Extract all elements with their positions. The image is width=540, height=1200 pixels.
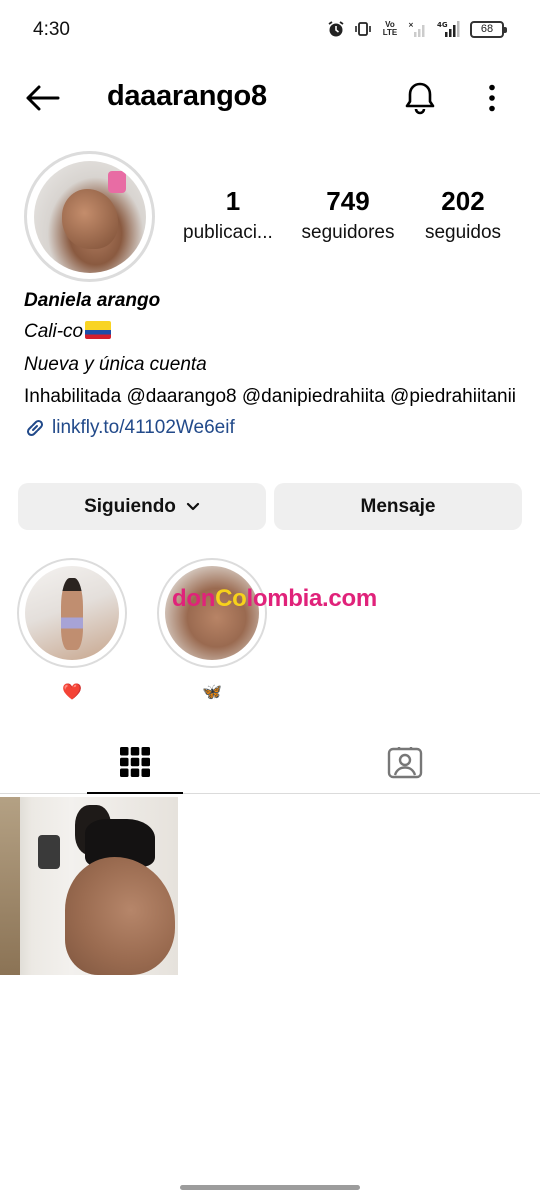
followers-label: seguidores — [301, 222, 395, 243]
stat-posts[interactable]: 1 publicaci... — [178, 186, 288, 244]
watermark-part: don — [172, 585, 216, 612]
volte-icon: Vo LTE — [382, 20, 398, 37]
bio-link[interactable]: linkfly.to/41102We6eif — [24, 412, 524, 443]
bio-location-text: Cali-co — [24, 321, 84, 342]
network-type-label: 4G — [437, 21, 448, 29]
back-arrow-icon[interactable] — [22, 80, 62, 116]
tab-tagged[interactable] — [270, 730, 540, 794]
watermark: donColombia.com — [172, 585, 377, 613]
bell-icon[interactable] — [398, 76, 442, 120]
profile-stats: 1 publicaci... 749 seguidores 202 seguid… — [178, 186, 518, 244]
profile-username: daaarango8 — [107, 80, 267, 112]
status-icons: Vo LTE × 4G 68 — [327, 20, 507, 38]
profile-header: daaarango8 — [0, 70, 540, 126]
following-label: seguidos — [424, 222, 502, 243]
watermark-part: lombia.com — [246, 585, 378, 612]
highlight-cover — [25, 566, 119, 660]
followers-count: 749 — [326, 186, 370, 216]
message-button-label: Mensaje — [360, 495, 436, 517]
tagged-person-icon — [387, 747, 423, 779]
posts-count: 1 — [225, 186, 241, 216]
bio-mentions[interactable]: Inhabilitada @daarango8 @danipiedrahiita… — [24, 386, 516, 407]
highlight-label: 🦋 — [202, 684, 222, 701]
svg-text:×: × — [408, 21, 414, 29]
profile-bio: Daniela arango Cali-co Nueva y única cue… — [24, 285, 524, 443]
home-indicator[interactable] — [180, 1185, 360, 1190]
stat-following[interactable]: 202 seguidos — [408, 186, 518, 244]
tab-grid[interactable] — [0, 730, 270, 794]
bio-link-text: linkfly.to/41102We6eif — [52, 417, 235, 438]
bio-line-3: Inhabilitada @daarango8 @danipiedrahiita… — [24, 382, 524, 412]
alarm-icon — [327, 20, 345, 38]
highlight-label: ❤️ — [62, 684, 82, 701]
post-phone-shape — [38, 835, 60, 869]
story-highlight[interactable]: ❤️ — [17, 558, 127, 702]
signal-empty-icon: × — [408, 20, 428, 38]
highlight-ring — [157, 558, 267, 668]
bio-name: Daniela arango — [24, 290, 161, 311]
bio-line-2: Nueva y única cuenta — [24, 354, 207, 375]
highlight-ring — [17, 558, 127, 668]
status-bar: 4:30 Vo LTE × 4G 68 — [0, 0, 540, 62]
stat-followers[interactable]: 749 seguidores — [288, 186, 408, 244]
grid-icon — [120, 747, 150, 777]
highlight-cover — [165, 566, 259, 660]
following-count: 202 — [441, 186, 485, 216]
bio-location: Cali-co — [24, 316, 524, 347]
link-icon — [26, 419, 44, 436]
chevron-down-icon — [186, 502, 200, 510]
profile-tabs — [0, 730, 540, 794]
signal-4g-icon: 4G — [437, 20, 461, 38]
post-image — [38, 805, 175, 975]
following-button[interactable]: Siguiendo — [18, 483, 266, 530]
post-body-shape — [65, 857, 175, 975]
vibrate-icon — [354, 20, 372, 38]
story-highlight[interactable]: 🦋 — [157, 558, 267, 702]
battery-icon: 68 — [470, 20, 507, 38]
active-tab-indicator — [87, 792, 183, 794]
avatar[interactable] — [33, 160, 146, 273]
status-time: 4:30 — [33, 19, 70, 40]
watermark-part: Co — [215, 585, 247, 612]
profile-avatar-ring[interactable] — [24, 151, 155, 282]
following-button-label: Siguiendo — [84, 495, 176, 517]
more-vertical-icon[interactable] — [475, 76, 509, 120]
colombia-flag-icon — [85, 321, 112, 339]
posts-label: publicaci... — [183, 222, 273, 243]
post-thumbnail[interactable] — [0, 797, 178, 975]
message-button[interactable]: Mensaje — [274, 483, 522, 530]
